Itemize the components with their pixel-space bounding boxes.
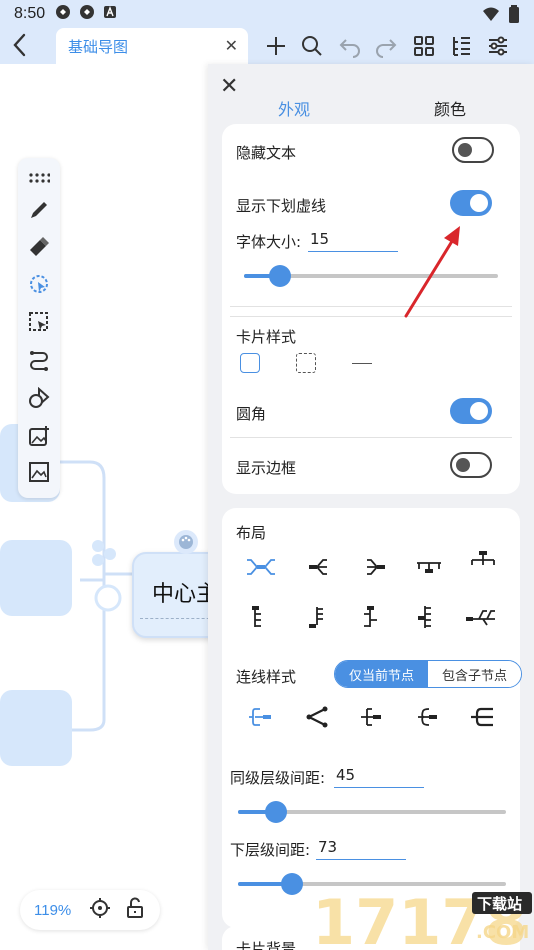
text-style-card: 隐藏文本 显示下划虚线 字体大小: 15 卡片样式 圆角 显示边框 <box>222 124 520 494</box>
font-size-label: 字体大小: <box>236 233 302 251</box>
locate-icon[interactable] <box>89 897 111 923</box>
image-icon[interactable] <box>27 460 51 484</box>
line-style-rounded-icon[interactable] <box>244 704 278 730</box>
annotation-arrow <box>404 226 460 318</box>
back-button[interactable] <box>10 32 34 60</box>
document-tab-title: 基础导图 <box>68 38 129 56</box>
child-gap-input[interactable]: 73 <box>316 838 406 860</box>
undo-icon[interactable] <box>336 32 364 60</box>
style-panel: ✕ 外观 颜色 隐藏文本 显示下划虚线 字体大小: 15 卡片样式 圆角 显示边… <box>208 64 534 950</box>
scope-current-node[interactable]: 仅当前节点 <box>335 661 428 687</box>
document-tab[interactable]: 基础导图 ✕ <box>56 28 248 64</box>
zoom-level[interactable]: 119% <box>34 902 71 919</box>
font-size-input[interactable]: 15 <box>308 230 398 252</box>
border-label: 显示边框 <box>236 459 297 477</box>
card-style-dashed-option[interactable] <box>296 353 316 373</box>
pen-icon[interactable] <box>27 198 51 222</box>
line-style-scope-switch: 仅当前节点 包含子节点 <box>334 660 522 688</box>
line-style-curve-icon[interactable] <box>412 704 446 730</box>
close-panel-button[interactable]: ✕ <box>220 74 238 99</box>
hide-text-toggle[interactable] <box>452 137 494 163</box>
divider <box>230 306 512 307</box>
sibling-gap-input[interactable]: 45 <box>334 766 424 788</box>
layout-tree-left-icon[interactable] <box>298 604 332 630</box>
tab-appearance[interactable]: 外观 <box>278 96 310 120</box>
app-a-icon <box>103 5 117 23</box>
rounded-label: 圆角 <box>236 405 267 423</box>
line-style-elbow-icon[interactable] <box>356 704 390 730</box>
drawing-toolbar <box>18 158 60 498</box>
line-style-label: 连线样式 <box>236 668 297 686</box>
hide-text-label: 隐藏文本 <box>236 144 297 162</box>
lasso-icon[interactable] <box>27 272 51 296</box>
unlock-icon[interactable] <box>125 897 145 923</box>
tab-color[interactable]: 颜色 <box>434 96 466 120</box>
notification-icon <box>79 4 95 24</box>
layout-balanced-icon[interactable] <box>244 554 278 580</box>
watermark-site: 下载站 <box>477 895 522 913</box>
layout-down-icon[interactable] <box>412 554 446 580</box>
layout-left-icon[interactable] <box>358 554 392 580</box>
card-style-label: 卡片样式 <box>236 328 297 346</box>
search-icon[interactable] <box>298 32 326 60</box>
settings-sliders-icon[interactable] <box>484 32 512 60</box>
redo-icon[interactable] <box>372 32 400 60</box>
select-icon[interactable] <box>27 310 51 334</box>
sibling-gap-label: 同级层级间距: <box>230 769 326 787</box>
shapes-icon[interactable] <box>27 386 51 410</box>
wifi-icon <box>482 6 500 26</box>
border-toggle[interactable] <box>450 452 492 478</box>
layout-right-icon[interactable] <box>302 554 336 580</box>
add-icon[interactable] <box>262 32 290 60</box>
battery-icon <box>508 5 520 27</box>
child-gap-label: 下层级间距: <box>230 841 311 859</box>
palette-icon[interactable] <box>174 530 198 554</box>
card-style-rounded-option[interactable] <box>240 353 260 373</box>
line-style-bracket-icon[interactable] <box>466 704 500 730</box>
grid-icon[interactable] <box>410 32 438 60</box>
status-time: 8:50 <box>14 5 46 22</box>
zoom-controls: 119% <box>20 890 160 930</box>
eraser-icon[interactable] <box>27 234 51 258</box>
line-style-straight-icon[interactable] <box>300 704 334 730</box>
layout-tree-both-icon[interactable] <box>354 604 388 630</box>
drag-handle-icon[interactable] <box>27 166 51 190</box>
rounded-toggle[interactable] <box>450 398 492 424</box>
close-tab-button[interactable]: ✕ <box>225 36 238 56</box>
layout-card: 布局 连线样式 仅当前节点 包含子节点 同级层级间距: 45 下层级间距: 73 <box>222 508 522 928</box>
layout-fishbone-icon[interactable] <box>464 604 498 630</box>
underline-toggle[interactable] <box>450 190 492 216</box>
divider <box>230 316 512 317</box>
scope-with-children[interactable]: 包含子节点 <box>428 661 521 687</box>
add-image-icon[interactable] <box>27 424 51 448</box>
card-background-label: 卡片背景 <box>236 940 297 950</box>
status-bar: 8:50 <box>0 0 534 28</box>
notification-icon <box>55 4 71 24</box>
outline-icon[interactable] <box>447 32 475 60</box>
underline-label: 显示下划虚线 <box>236 197 327 215</box>
connector-icon[interactable] <box>27 348 51 372</box>
layout-tree-right-icon[interactable] <box>242 604 276 630</box>
top-toolbar: 基础导图 ✕ <box>0 28 534 64</box>
card-style-line-option[interactable] <box>352 363 372 365</box>
layout-label: 布局 <box>236 524 267 542</box>
sibling-gap-slider[interactable] <box>238 801 506 823</box>
layout-org-chart-icon[interactable] <box>466 548 500 574</box>
layout-tree-alt-icon[interactable] <box>408 604 442 630</box>
watermark: 17178 下载站 .COM <box>312 882 534 950</box>
watermark-domain: .COM <box>476 922 529 943</box>
divider <box>230 437 512 438</box>
